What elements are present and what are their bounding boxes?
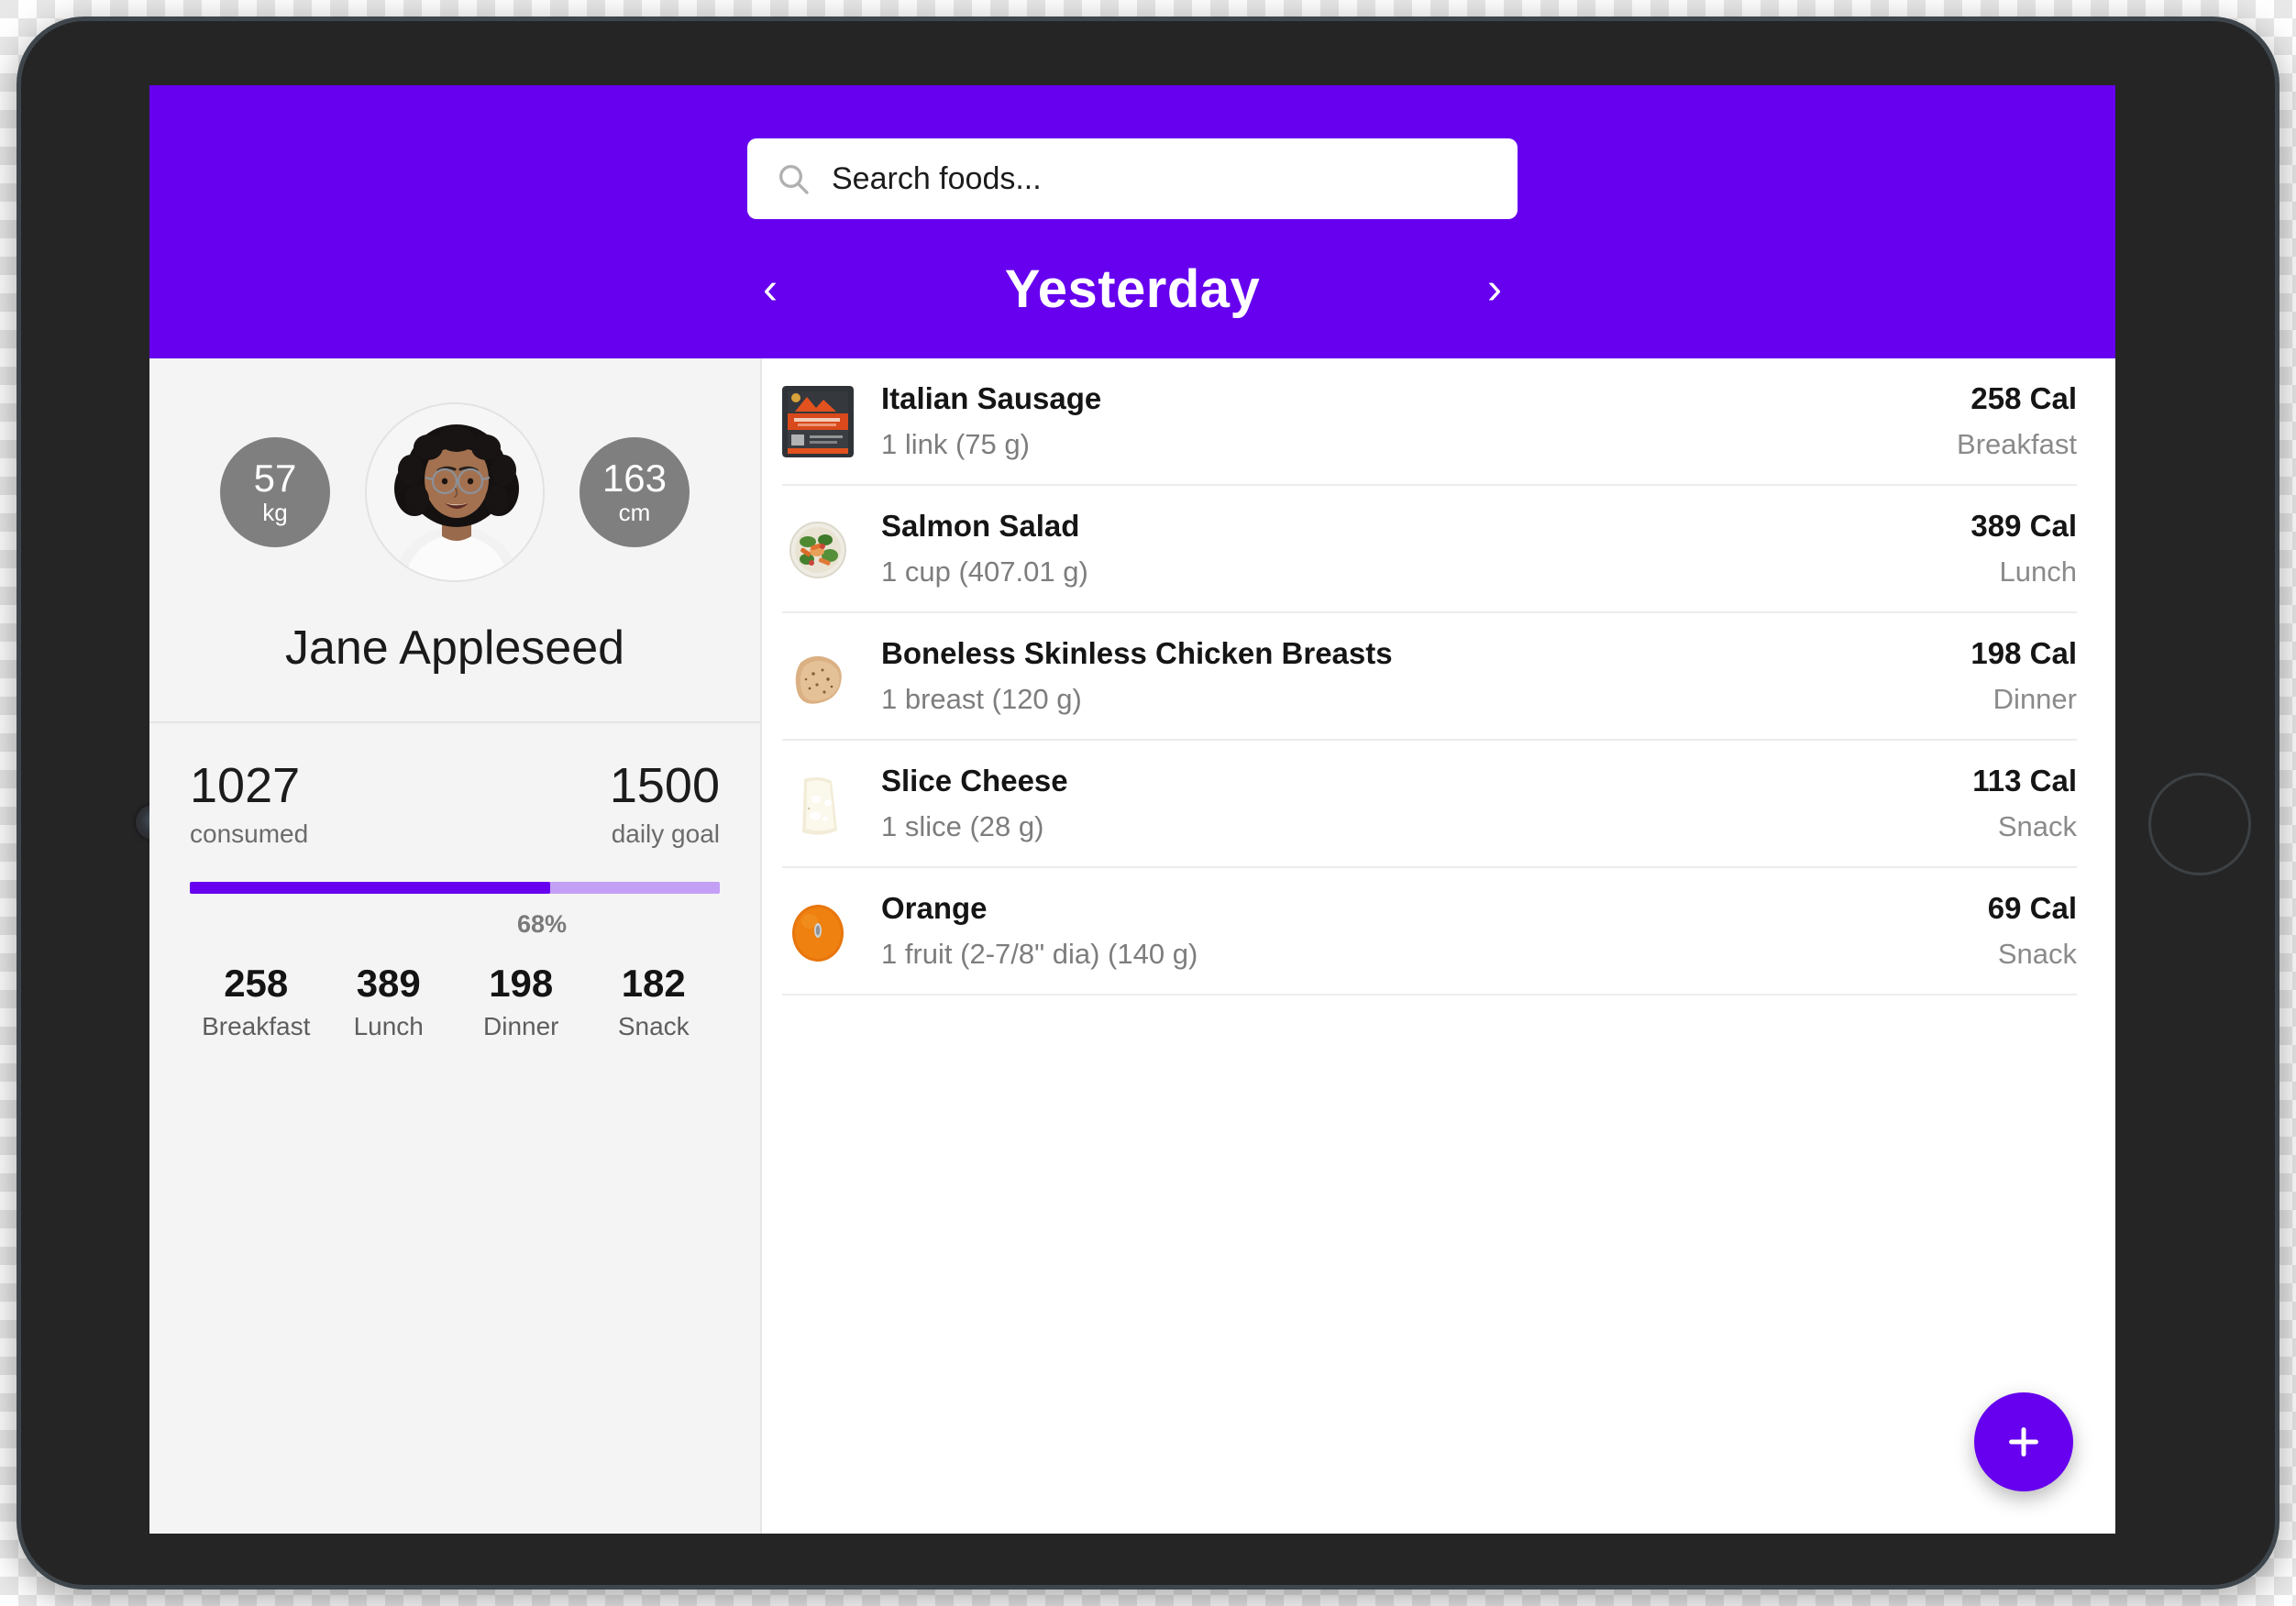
app-screen: ‹ Yesterday › 57 kg (149, 85, 2115, 1534)
food-metrics: 69 Cal Snack (1988, 891, 2077, 971)
previous-day-button[interactable]: ‹ (729, 248, 811, 331)
salad-bowl-thumbnail (782, 512, 854, 585)
orange-fruit-thumbnail (782, 895, 854, 967)
food-serving: 1 fruit (2-7/8" dia) (140 g) (881, 938, 1198, 970)
meal-stat-dinner: 198 Dinner (455, 962, 588, 1041)
consumed-block: 1027 consumed (190, 760, 308, 849)
next-day-button[interactable]: › (1453, 248, 1536, 331)
current-date-label: Yesterday (1004, 259, 1261, 319)
height-badge: 163 cm (580, 437, 690, 547)
food-serving: 1 link (75 g) (881, 428, 1030, 460)
food-name: Italian Sausage (881, 381, 1102, 415)
meal-name: Snack (617, 1011, 690, 1040)
meal-name: Dinner (483, 1011, 559, 1040)
food-metrics: 113 Cal Snack (1972, 764, 2077, 843)
avatar-illustration (367, 404, 543, 580)
food-calories: 113 Cal (1972, 764, 2077, 798)
food-info: Salmon Salad 1 cup (407.01 g) (881, 509, 1943, 588)
meal-calories: 182 (621, 961, 686, 1005)
food-serving: 1 cup (407.01 g) (881, 556, 1088, 588)
food-calories: 258 Cal (1970, 381, 2077, 415)
food-name: Orange (881, 891, 988, 925)
search-bar[interactable] (747, 138, 1518, 219)
food-metrics: 198 Cal Dinner (1970, 636, 2077, 716)
weight-unit: kg (262, 499, 288, 527)
food-calories: 69 Cal (1987, 891, 2077, 925)
meal-name: Lunch (353, 1011, 424, 1040)
daily-goal-value: 1500 (609, 758, 720, 813)
home-button-ring[interactable] (2148, 773, 2251, 875)
height-value: 163 (602, 456, 668, 500)
profile-sidebar: 57 kg 163 cm Jane Appleseed 1027 consume… (149, 358, 762, 1534)
meal-calories: 389 (356, 961, 421, 1005)
food-meal-type: Breakfast (1957, 428, 2077, 460)
food-log-row[interactable]: Slice Cheese 1 slice (28 g) 113 Cal Snack (782, 741, 2077, 868)
food-info: Boneless Skinless Chicken Breasts 1 breas… (881, 636, 1943, 716)
height-unit: cm (618, 499, 651, 527)
meal-calories: 198 (489, 961, 554, 1005)
date-navigator: ‹ Yesterday › (149, 246, 2115, 333)
app-bar: ‹ Yesterday › (149, 85, 2115, 358)
food-meal-type: Dinner (1992, 683, 2077, 715)
food-meal-type: Snack (1997, 810, 2077, 842)
food-metrics: 258 Cal Breakfast (1957, 381, 2077, 461)
tablet-device-frame: ‹ Yesterday › 57 kg (17, 16, 2279, 1590)
food-log-row[interactable]: Salmon Salad 1 cup (407.01 g) 389 Cal Lunch (782, 486, 2077, 613)
main-layout: 57 kg 163 cm Jane Appleseed 1027 consume… (149, 358, 2115, 1534)
food-log-row[interactable]: Boneless Skinless Chicken Breasts 1 breas… (782, 613, 2077, 741)
food-serving: 1 breast (120 g) (881, 683, 1082, 715)
cheese-slice-thumbnail (782, 767, 854, 840)
food-info: Orange 1 fruit (2-7/8" dia) (140 g) (881, 891, 1960, 971)
weight-badge: 57 kg (220, 437, 330, 547)
food-info: Slice Cheese 1 slice (28 g) (881, 764, 1945, 843)
food-name: Salmon Salad (881, 509, 1080, 543)
consumed-label: consumed (190, 819, 309, 848)
calorie-progress-bar (190, 881, 720, 894)
calorie-progress-fill (190, 881, 551, 894)
food-calories: 198 Cal (1970, 636, 2077, 670)
plus-icon (2009, 1427, 2038, 1457)
meal-breakdown-row: 258 Breakfast 389 Lunch 198 Dinner 182 Snack (190, 962, 720, 1041)
daily-goal-label: daily goal (611, 819, 720, 848)
chicken-breast-thumbnail (782, 640, 854, 712)
calorie-totals-row: 1027 consumed 1500 daily goal (190, 760, 720, 849)
sausage-package-thumbnail (782, 385, 854, 457)
weight-value: 57 (253, 456, 297, 500)
food-log-panel: Italian Sausage 1 link (75 g) 258 Cal Break… (762, 358, 2115, 1534)
add-food-button[interactable] (1974, 1392, 2073, 1491)
search-input[interactable] (832, 160, 1490, 197)
chevron-right-icon: › (1487, 264, 1502, 314)
food-meal-type: Snack (1997, 938, 2077, 970)
food-metrics: 389 Cal Lunch (1970, 509, 2077, 588)
profile-name: Jane Appleseed (284, 622, 625, 675)
food-name: Slice Cheese (881, 764, 1068, 798)
food-serving: 1 slice (28 g) (881, 810, 1044, 842)
food-info: Italian Sausage 1 link (75 g) (881, 381, 1929, 461)
meal-stat-breakfast: 258 Breakfast (190, 962, 323, 1041)
calorie-summary-panel: 1027 consumed 1500 daily goal 68% 258 Bre… (149, 723, 760, 1041)
profile-section: 57 kg 163 cm Jane Appleseed (149, 358, 760, 723)
chevron-left-icon: ‹ (763, 264, 778, 314)
food-meal-type: Lunch (1999, 556, 2077, 588)
food-log-row[interactable]: Italian Sausage 1 link (75 g) 258 Cal Break… (782, 358, 2077, 486)
daily-goal-block: 1500 daily goal (610, 760, 720, 849)
food-log-row[interactable]: Orange 1 fruit (2-7/8" dia) (140 g) 69 Cal… (782, 868, 2077, 996)
search-icon (775, 160, 811, 197)
food-list: Italian Sausage 1 link (75 g) 258 Cal Break… (762, 358, 2115, 996)
meal-stat-snack: 182 Snack (588, 962, 721, 1041)
meal-calories: 258 (224, 961, 289, 1005)
profile-stats-row: 57 kg 163 cm (149, 402, 760, 582)
food-name: Boneless Skinless Chicken Breasts (881, 636, 1393, 670)
consumed-value: 1027 (190, 758, 301, 813)
food-calories: 389 Cal (1970, 509, 2077, 543)
progress-percent-label: 68% (516, 909, 568, 938)
meal-stat-lunch: 389 Lunch (323, 962, 456, 1041)
meal-name: Breakfast (202, 1011, 311, 1040)
avatar[interactable] (365, 402, 545, 582)
